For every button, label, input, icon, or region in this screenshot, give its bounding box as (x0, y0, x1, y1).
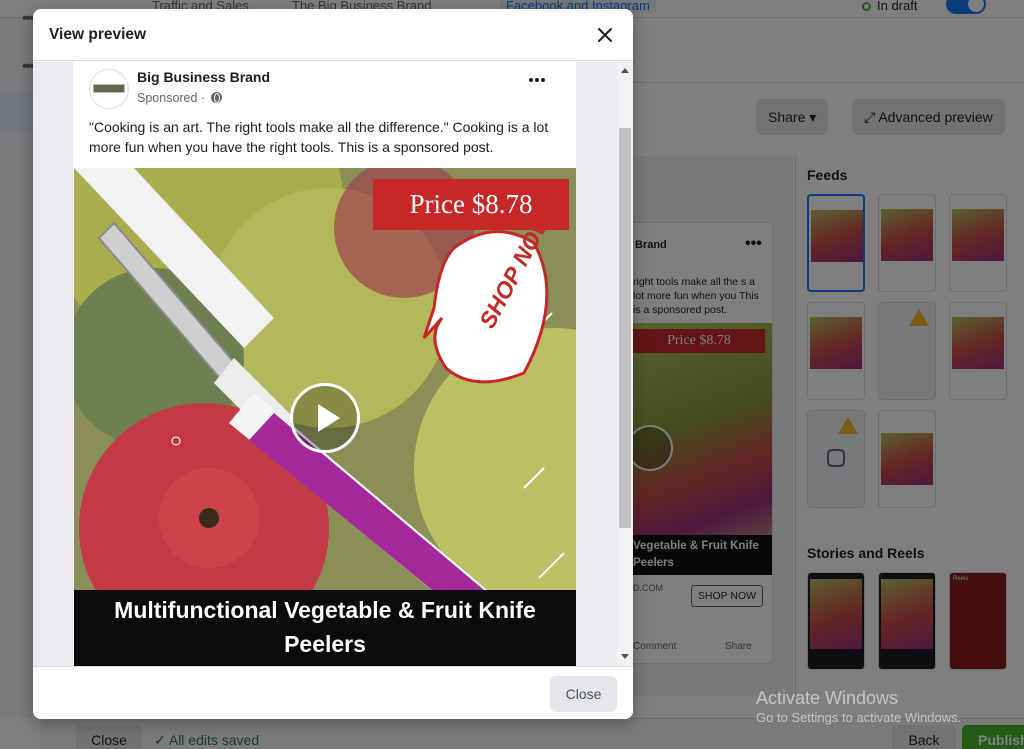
video-caption: Multifunctional Vegetable & Fruit Knife … (74, 590, 576, 666)
play-icon[interactable] (290, 383, 360, 453)
watermark-subtitle: Go to Settings to activate Windows. (756, 710, 962, 725)
scroll-up-icon[interactable] (621, 68, 629, 73)
dialog-footer: Close (33, 666, 633, 719)
dialog-body: Big Business Brand Sponsored · "Cooking … (33, 62, 633, 666)
video-media[interactable]: Price $8.78 SHOP NOW Multifunctional Veg… (74, 168, 576, 666)
watermark-title: Activate Windows (756, 688, 899, 708)
avatar[interactable] (89, 69, 129, 109)
dialog-title: View preview (49, 26, 147, 43)
post-text: "Cooking is an art. The right tools make… (89, 119, 549, 155)
windows-watermark: Activate Windows Go to Settings to activ… (756, 688, 961, 725)
close-icon[interactable] (593, 23, 617, 47)
dialog-header: View preview (33, 9, 633, 61)
view-preview-dialog: View preview Big Business Brand Sponsore… (33, 9, 633, 719)
dialog-scrollbar[interactable] (617, 62, 633, 666)
sponsored-label: Sponsored · (137, 91, 222, 105)
globe-icon (210, 92, 222, 103)
dialog-close-button[interactable]: Close (550, 676, 617, 712)
sponsored-text: Sponsored · (137, 91, 206, 105)
more-icon[interactable] (529, 78, 555, 92)
scrollbar-thumb[interactable] (619, 128, 631, 528)
scroll-down-icon[interactable] (621, 654, 629, 659)
page-name[interactable]: Big Business Brand (137, 69, 270, 85)
brand-logo (93, 84, 125, 93)
facebook-post-preview: Big Business Brand Sponsored · "Cooking … (73, 62, 576, 666)
